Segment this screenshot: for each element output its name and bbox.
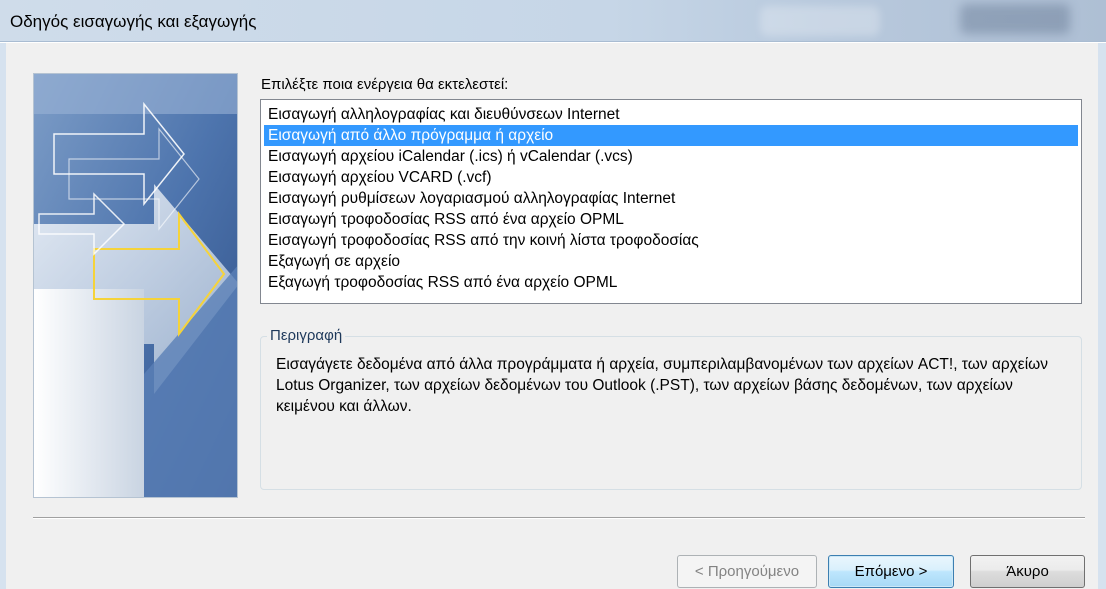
- dialog-body: Επιλέξτε ποια ενέργεια θα εκτελεστεί: Ει…: [0, 43, 1106, 589]
- list-item[interactable]: Εξαγωγή τροφοδοσίας RSS από ένα αρχείο O…: [264, 272, 1078, 293]
- list-item[interactable]: Εισαγωγή τροφοδοσίας RSS από ένα αρχείο …: [264, 209, 1078, 230]
- list-item[interactable]: Εισαγωγή αρχείου iCalendar (.ics) ή vCal…: [264, 146, 1078, 167]
- next-button[interactable]: Επόμενο >: [828, 555, 954, 588]
- description-group: Περιγραφή Εισαγάγετε δεδομένα από άλλα π…: [260, 327, 1082, 490]
- title-bar-glow-dark: [960, 4, 1070, 34]
- action-listbox[interactable]: Εισαγωγή αλληλογραφίας και διευθύνσεων I…: [260, 99, 1082, 304]
- description-legend: Περιγραφή: [267, 327, 346, 344]
- title-bar[interactable]: Οδηγός εισαγωγής και εξαγωγής: [0, 0, 1106, 42]
- window-title: Οδηγός εισαγωγής και εξαγωγής: [10, 12, 257, 31]
- wizard-illustration: [33, 73, 238, 498]
- list-item[interactable]: Εισαγωγή αρχείου VCARD (.vcf): [264, 167, 1078, 188]
- list-item[interactable]: Εισαγωγή αλληλογραφίας και διευθύνσεων I…: [264, 104, 1078, 125]
- list-item[interactable]: Εξαγωγή σε αρχείο: [264, 251, 1078, 272]
- cancel-button[interactable]: Άκυρο: [970, 555, 1085, 588]
- list-item[interactable]: Εισαγωγή τροφοδοσίας RSS από την κοινή λ…: [264, 230, 1078, 251]
- list-item-selected[interactable]: Εισαγωγή από άλλο πρόγραμμα ή αρχείο: [264, 125, 1078, 146]
- description-text: Εισαγάγετε δεδομένα από άλλα προγράμματα…: [276, 356, 1048, 415]
- list-item[interactable]: Εισαγωγή ρυθμίσεων λογαριασμού αλληλογρα…: [264, 188, 1078, 209]
- action-prompt: Επιλέξτε ποια ενέργεια θα εκτελεστεί:: [261, 76, 509, 93]
- back-button[interactable]: < Προηγούμενο: [677, 555, 817, 588]
- title-bar-glow: [760, 6, 880, 36]
- separator: [33, 517, 1085, 519]
